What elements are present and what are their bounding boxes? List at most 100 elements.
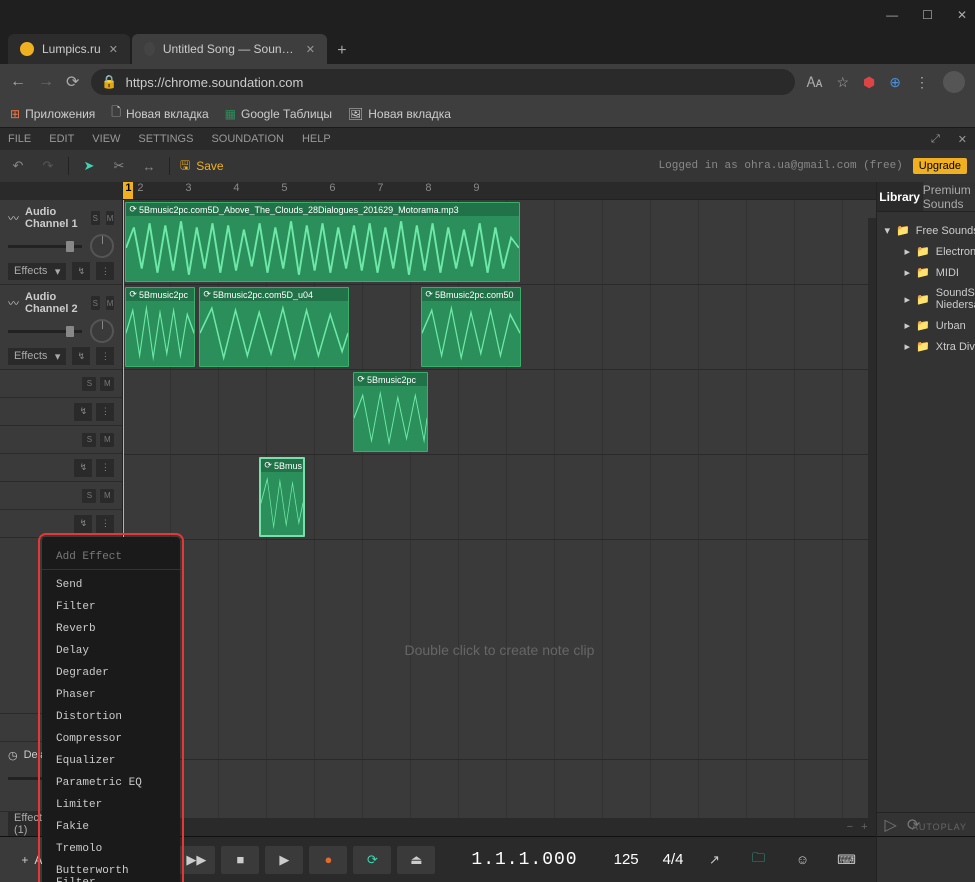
fx-menu-item[interactable]: Reverb <box>42 618 180 640</box>
audio-clip[interactable]: ⟳5Bmusic2pc <box>353 372 428 452</box>
close-icon[interactable]: ✕ <box>958 133 967 146</box>
zoom-in-button[interactable]: + <box>861 821 867 833</box>
track-lane[interactable]: Double click to create note clip <box>123 540 875 760</box>
tab-project[interactable]: Project <box>971 182 975 211</box>
cut-tool[interactable]: ✂ <box>109 158 129 174</box>
pan-knob[interactable] <box>90 319 114 343</box>
tree-folder[interactable]: ▸📁Electronica <box>883 241 975 262</box>
tree-folder[interactable]: ▸📁MIDI <box>883 262 975 283</box>
track-lane[interactable]: ⟳5Bmus <box>123 455 875 540</box>
redo-button[interactable]: ↷ <box>38 158 58 174</box>
menu-edit[interactable]: EDIT <box>49 133 74 145</box>
fx-menu-item[interactable]: Butterworth Filter <box>42 860 180 882</box>
minimize-button[interactable]: — <box>886 8 898 22</box>
play-preview-button[interactable]: ▷ <box>885 815 897 835</box>
mute-button[interactable]: M <box>100 489 114 503</box>
audio-clip[interactable]: ⟳5Bmus <box>259 457 305 537</box>
automation-button[interactable]: ↯ <box>72 262 90 280</box>
avatar[interactable] <box>943 71 965 93</box>
fx-menu-item[interactable]: Distortion <box>42 706 180 728</box>
pan-knob[interactable] <box>90 234 114 258</box>
track-header[interactable]: 〰 Audio Channel 1 S M Effects▾ ↯ ⋮ <box>0 200 122 285</box>
track-lane[interactable]: ⟳5Bmusic2pc ⟳5Bmusic2pc.com5D_u04 ⟳5Bmus… <box>123 285 875 370</box>
options-button[interactable]: ⋮ <box>96 262 114 280</box>
timesig-display[interactable]: 4/4 <box>663 851 684 868</box>
close-tab-icon[interactable]: ✕ <box>109 43 118 56</box>
mute-button[interactable]: M <box>106 211 115 225</box>
back-button[interactable]: ← <box>10 73 26 91</box>
bookmark-item[interactable]: 🖼Новая вкладка <box>348 107 451 121</box>
automation-button[interactable]: ↯ <box>74 515 92 533</box>
new-tab-button[interactable]: + <box>329 38 355 64</box>
close-window-button[interactable]: ✕ <box>957 8 967 22</box>
automation-button[interactable]: ↯ <box>72 347 90 365</box>
solo-button[interactable]: S <box>82 433 96 447</box>
fx-menu-item[interactable]: Fakie <box>42 816 180 838</box>
close-tab-icon[interactable]: ✕ <box>306 43 315 56</box>
fx-menu-item[interactable]: Send <box>42 574 180 596</box>
solo-button[interactable]: S <box>82 489 96 503</box>
menu-view[interactable]: VIEW <box>92 133 120 145</box>
pointer-tool[interactable]: ➤ <box>79 158 99 174</box>
mute-button[interactable]: M <box>100 377 114 391</box>
track-lane[interactable]: ⟳5Bmusic2pc <box>123 370 875 455</box>
play-button[interactable]: ▶ <box>265 846 303 874</box>
solo-button[interactable]: S <box>91 296 100 310</box>
track-header[interactable]: SM <box>0 370 122 398</box>
automation-button[interactable]: ↯ <box>74 403 92 421</box>
track-header[interactable]: 〰 Audio Channel 2 S M Effects▾ ↯ ⋮ <box>0 285 122 370</box>
expand-icon[interactable]: ⤢ <box>931 133 940 146</box>
menu-file[interactable]: FILE <box>8 133 31 145</box>
menu-settings[interactable]: SETTINGS <box>138 133 193 145</box>
forward-button[interactable]: → <box>38 73 54 91</box>
audio-clip[interactable]: ⟳5Bmusic2pc <box>125 287 195 367</box>
bookmark-item[interactable]: 🗋Новая вкладка <box>111 103 208 124</box>
browser-tab[interactable]: Lumpics.ru ✕ <box>8 34 130 64</box>
reload-button[interactable]: ⟳ <box>66 72 79 92</box>
fx-menu-item[interactable]: Compressor <box>42 728 180 750</box>
forward-button[interactable]: ▶▶ <box>177 846 215 874</box>
smiley-icon[interactable]: ☺ <box>784 846 822 874</box>
mute-button[interactable]: M <box>106 296 115 310</box>
folder-icon[interactable]: 🗀 <box>740 846 778 874</box>
extension-icon[interactable]: ⊕ <box>889 74 901 91</box>
fx-menu-item[interactable]: Limiter <box>42 794 180 816</box>
fx-menu-item[interactable]: Phaser <box>42 684 180 706</box>
bpm-display[interactable]: 125 <box>614 851 639 868</box>
browser-tab[interactable]: Untitled Song — Soundation Stu ✕ <box>132 34 327 64</box>
address-bar[interactable]: 🔒 https://chrome.soundation.com <box>91 69 794 95</box>
record-button[interactable]: ● <box>309 846 347 874</box>
timeline-ruler[interactable]: 1 2 3 4 5 6 7 8 9 <box>123 182 875 200</box>
options-button[interactable]: ⋮ <box>96 515 114 533</box>
track-header[interactable]: SM <box>0 482 122 510</box>
fx-menu-item[interactable]: Delay <box>42 640 180 662</box>
volume-slider[interactable] <box>8 245 82 248</box>
zoom-out-button[interactable]: − <box>847 821 853 833</box>
options-button[interactable]: ⋮ <box>96 459 114 477</box>
options-button[interactable]: ⋮ <box>96 347 114 365</box>
tree-folder[interactable]: ▸📁Urban <box>883 315 975 336</box>
loop-button[interactable]: ⟳ <box>353 846 391 874</box>
stop-button[interactable]: ■ <box>221 846 259 874</box>
maximize-button[interactable]: ☐ <box>922 8 933 22</box>
playhead-marker[interactable]: 1 <box>123 182 133 199</box>
extension-icon[interactable]: ⬢ <box>863 74 875 91</box>
menu-help[interactable]: HELP <box>302 133 331 145</box>
tab-library[interactable]: Library <box>877 182 923 211</box>
menu-soundation[interactable]: SOUNDATION <box>211 133 284 145</box>
metronome-button[interactable]: ⏏ <box>397 846 435 874</box>
keyboard-icon[interactable]: ⌨ <box>828 846 866 874</box>
track-header[interactable]: SM <box>0 426 122 454</box>
menu-icon[interactable]: ⋮ <box>915 74 929 91</box>
fx-menu-item[interactable]: Filter <box>42 596 180 618</box>
scrollbar[interactable] <box>868 218 876 818</box>
effects-dropdown[interactable]: Effects▾ <box>8 348 66 365</box>
automation-button[interactable]: ↯ <box>74 459 92 477</box>
track-header[interactable]: ↯⋮ <box>0 454 122 482</box>
track-header[interactable]: ↯⋮ <box>0 510 122 538</box>
star-icon[interactable]: ☆ <box>836 74 849 91</box>
undo-button[interactable]: ↶ <box>8 158 28 174</box>
effects-dropdown[interactable]: Effects▾ <box>8 263 66 280</box>
tree-root[interactable]: ▾📁Free Sounds <box>883 220 975 241</box>
audio-clip[interactable]: ⟳5Bmusic2pc.com5D_Above_The_Clouds_28Dia… <box>125 202 520 282</box>
